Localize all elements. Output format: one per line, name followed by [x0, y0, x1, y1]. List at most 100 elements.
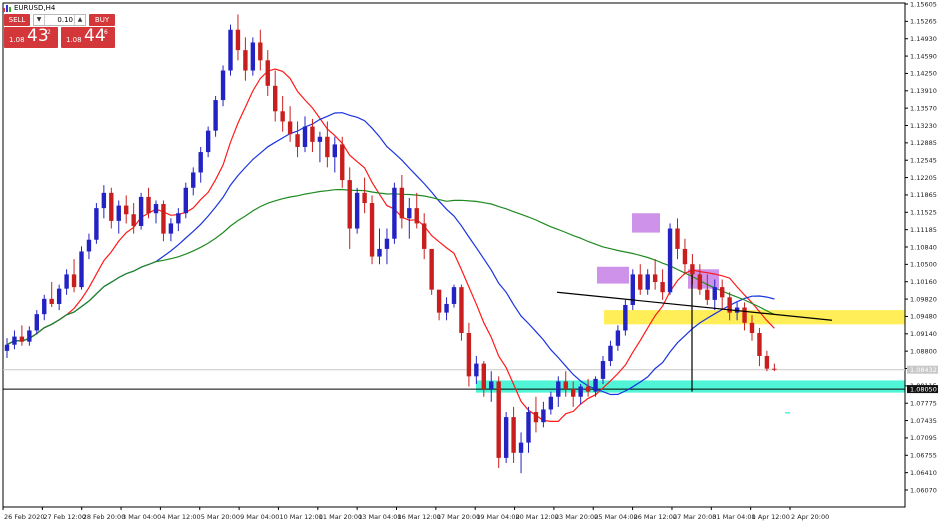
- candle-body: [548, 396, 554, 410]
- candle-body: [369, 203, 375, 257]
- candle-body: [86, 239, 92, 252]
- candle-body: [764, 355, 770, 369]
- candle: [757, 327, 762, 367]
- candle: [600, 355, 606, 384]
- candle: [451, 284, 457, 308]
- lot-size-field[interactable]: ▼ 0.10 ▲: [33, 14, 86, 26]
- lot-increase-button[interactable]: ▲: [74, 15, 85, 25]
- candle-body: [287, 121, 293, 135]
- candle: [377, 228, 382, 265]
- candle-body: [436, 289, 442, 313]
- lot-size-value[interactable]: 0.10: [57, 15, 73, 25]
- candle-body: [265, 60, 270, 86]
- candle-body: [280, 111, 285, 122]
- candle-body: [116, 205, 121, 221]
- candle: [19, 325, 25, 346]
- chart-area[interactable]: 1.15605 1.15265 1.14930 1.14590 1.14250 1.139…: [0, 0, 939, 522]
- price-label: 1.10840: [910, 243, 937, 251]
- candle: [235, 14, 241, 61]
- candle-body: [325, 136, 330, 158]
- candle: [384, 228, 390, 265]
- candle: [56, 284, 62, 311]
- candle: [138, 192, 144, 230]
- sell-button[interactable]: SELL: [4, 14, 30, 26]
- candle: [362, 177, 367, 214]
- candle-body: [183, 187, 188, 214]
- price-label: 1.06410: [910, 469, 937, 477]
- candle-body: [198, 152, 203, 173]
- candle-body: [511, 417, 516, 453]
- candle: [563, 371, 568, 397]
- candle-body: [459, 287, 464, 334]
- candle-body: [638, 274, 643, 290]
- candle-body: [94, 208, 99, 240]
- candle: [265, 50, 270, 97]
- candle-body: [295, 134, 300, 147]
- candle-body: [615, 330, 621, 346]
- candle: [310, 118, 315, 153]
- candle: [667, 223, 673, 295]
- buy-price-button[interactable]: 1.08 44 6: [61, 26, 115, 48]
- candle-body: [101, 192, 107, 209]
- candle: [302, 116, 308, 153]
- candle: [645, 269, 650, 295]
- candle: [228, 24, 233, 76]
- candle-body: [64, 274, 69, 289]
- candle-body: [414, 208, 419, 224]
- price-label: 1.11185: [910, 226, 937, 234]
- buy-price-pips: 44: [84, 26, 106, 46]
- sell-price-button[interactable]: 1.08 43 2: [4, 26, 58, 48]
- small-marker: [785, 412, 790, 414]
- candle-body: [563, 381, 568, 390]
- price-axis: 1.15605 1.15265 1.14930 1.14590 1.14250 1.139…: [905, 0, 938, 494]
- candle-body: [593, 378, 598, 392]
- candle: [161, 200, 166, 242]
- candle-body: [27, 330, 32, 342]
- price-label: 1.13570: [910, 104, 937, 112]
- time-label: 10 Mar 12:00: [279, 513, 322, 521]
- candle-body: [533, 412, 539, 423]
- candle: [608, 340, 613, 367]
- time-label: 9 Mar 04:00: [240, 513, 279, 521]
- candle: [630, 269, 635, 311]
- chart-border: [2, 2, 906, 508]
- candle: [623, 299, 628, 336]
- buy-price-fraction: 6: [104, 29, 108, 36]
- buy-button[interactable]: BUY: [89, 14, 115, 26]
- time-label: 13 Mar 04:00: [358, 513, 401, 521]
- candle: [541, 401, 546, 428]
- candle: [273, 70, 278, 122]
- candle-body: [645, 274, 650, 290]
- candle-body: [191, 172, 196, 188]
- price-label: 1.09480: [910, 313, 937, 321]
- candle: [94, 203, 99, 244]
- candle: [354, 187, 360, 234]
- candle: [682, 238, 688, 275]
- price-label: 1.12885: [910, 139, 937, 147]
- candle: [369, 195, 375, 265]
- lot-decrease-button[interactable]: ▼: [34, 15, 45, 25]
- candle-body: [429, 248, 434, 290]
- sell-price-pips: 43: [27, 26, 49, 46]
- highlight-zones: [476, 213, 905, 414]
- price-label: 1.12545: [910, 157, 937, 165]
- candle-body: [474, 363, 479, 377]
- price-label: 1.13230: [910, 122, 937, 130]
- candle: [258, 29, 263, 71]
- support-zone: [476, 380, 905, 393]
- candle-body: [712, 287, 717, 300]
- candle: [526, 406, 531, 453]
- candle: [280, 96, 285, 132]
- candle-body: [161, 204, 166, 234]
- ma-mid-line: [6, 112, 775, 396]
- candle-body: [34, 314, 39, 331]
- candle-body: [571, 389, 576, 397]
- candle: [168, 218, 174, 242]
- chart-title: EURUSD,H4: [3, 3, 55, 13]
- candle-body: [705, 289, 710, 300]
- candle-body: [623, 304, 628, 331]
- price-label: 1.09140: [910, 330, 937, 338]
- candle: [414, 192, 419, 229]
- candle: [675, 218, 680, 260]
- price-label: 1.15605: [910, 0, 937, 8]
